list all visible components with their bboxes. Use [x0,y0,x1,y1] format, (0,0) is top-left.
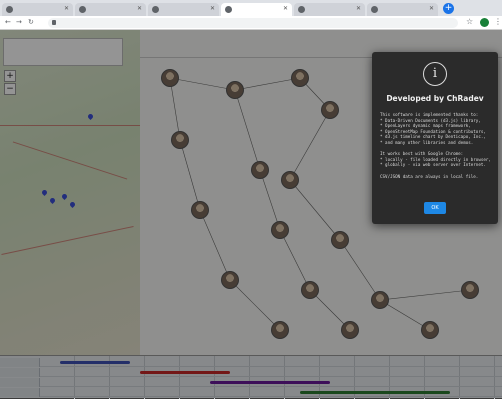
about-dialog-line: * globally - via web server over Interne… [380,162,486,168]
browser-tab[interactable]: ✕ [148,3,219,16]
url-input[interactable] [48,18,458,28]
tab-favicon-icon [298,6,305,13]
bookmark-star-icon[interactable]: ☆ [466,17,473,26]
back-arrow-icon[interactable]: ← [5,18,11,26]
tab-close-icon[interactable]: ✕ [64,5,69,12]
browser-tab-bar: ✕ ✕ ✕ ✕ ✕ ✕ + [0,0,502,16]
tab-favicon-icon [371,6,378,13]
browser-tab[interactable]: ✕ [2,3,73,16]
about-dialog-line: This software is implemented thanks to: [380,112,479,117]
about-dialog-line: CSV/JSON data are always in local file. [380,173,479,179]
lock-icon [52,20,56,25]
reload-icon[interactable]: ↻ [28,18,34,26]
tab-favicon-icon [225,6,232,13]
tab-close-icon[interactable]: ✕ [356,5,361,12]
about-dialog: i Developed by ChRadev This software is … [372,52,498,224]
profile-avatar-icon[interactable] [480,18,489,27]
browser-tab[interactable]: ✕ [75,3,146,16]
about-dialog-body: This software is implemented thanks to: *… [380,112,494,179]
kebab-menu-icon[interactable]: ⋮ [494,17,502,26]
browser-tab-active[interactable]: ✕ [221,3,292,16]
info-circle-icon: i [423,62,447,86]
browser-tab[interactable]: ✕ [294,3,365,16]
tab-favicon-icon [152,6,159,13]
plus-icon: + [444,3,453,13]
tab-favicon-icon [79,6,86,13]
ok-button[interactable]: OK [424,202,446,214]
forward-arrow-icon[interactable]: → [16,18,22,26]
tab-close-icon[interactable]: ✕ [137,5,142,12]
tab-favicon-icon [6,6,13,13]
tab-close-icon[interactable]: ✕ [210,5,215,12]
page-viewport: + − i Developed by ChRadev This software… [0,30,502,399]
browser-address-bar: ← → ↻ ☆ ⋮ [0,16,502,30]
new-tab-button[interactable]: + [443,3,454,14]
about-dialog-title: Developed by ChRadev [386,94,484,103]
tab-close-icon[interactable]: ✕ [283,5,288,12]
browser-tab[interactable]: ✕ [367,3,438,16]
tab-close-icon[interactable]: ✕ [429,5,434,12]
